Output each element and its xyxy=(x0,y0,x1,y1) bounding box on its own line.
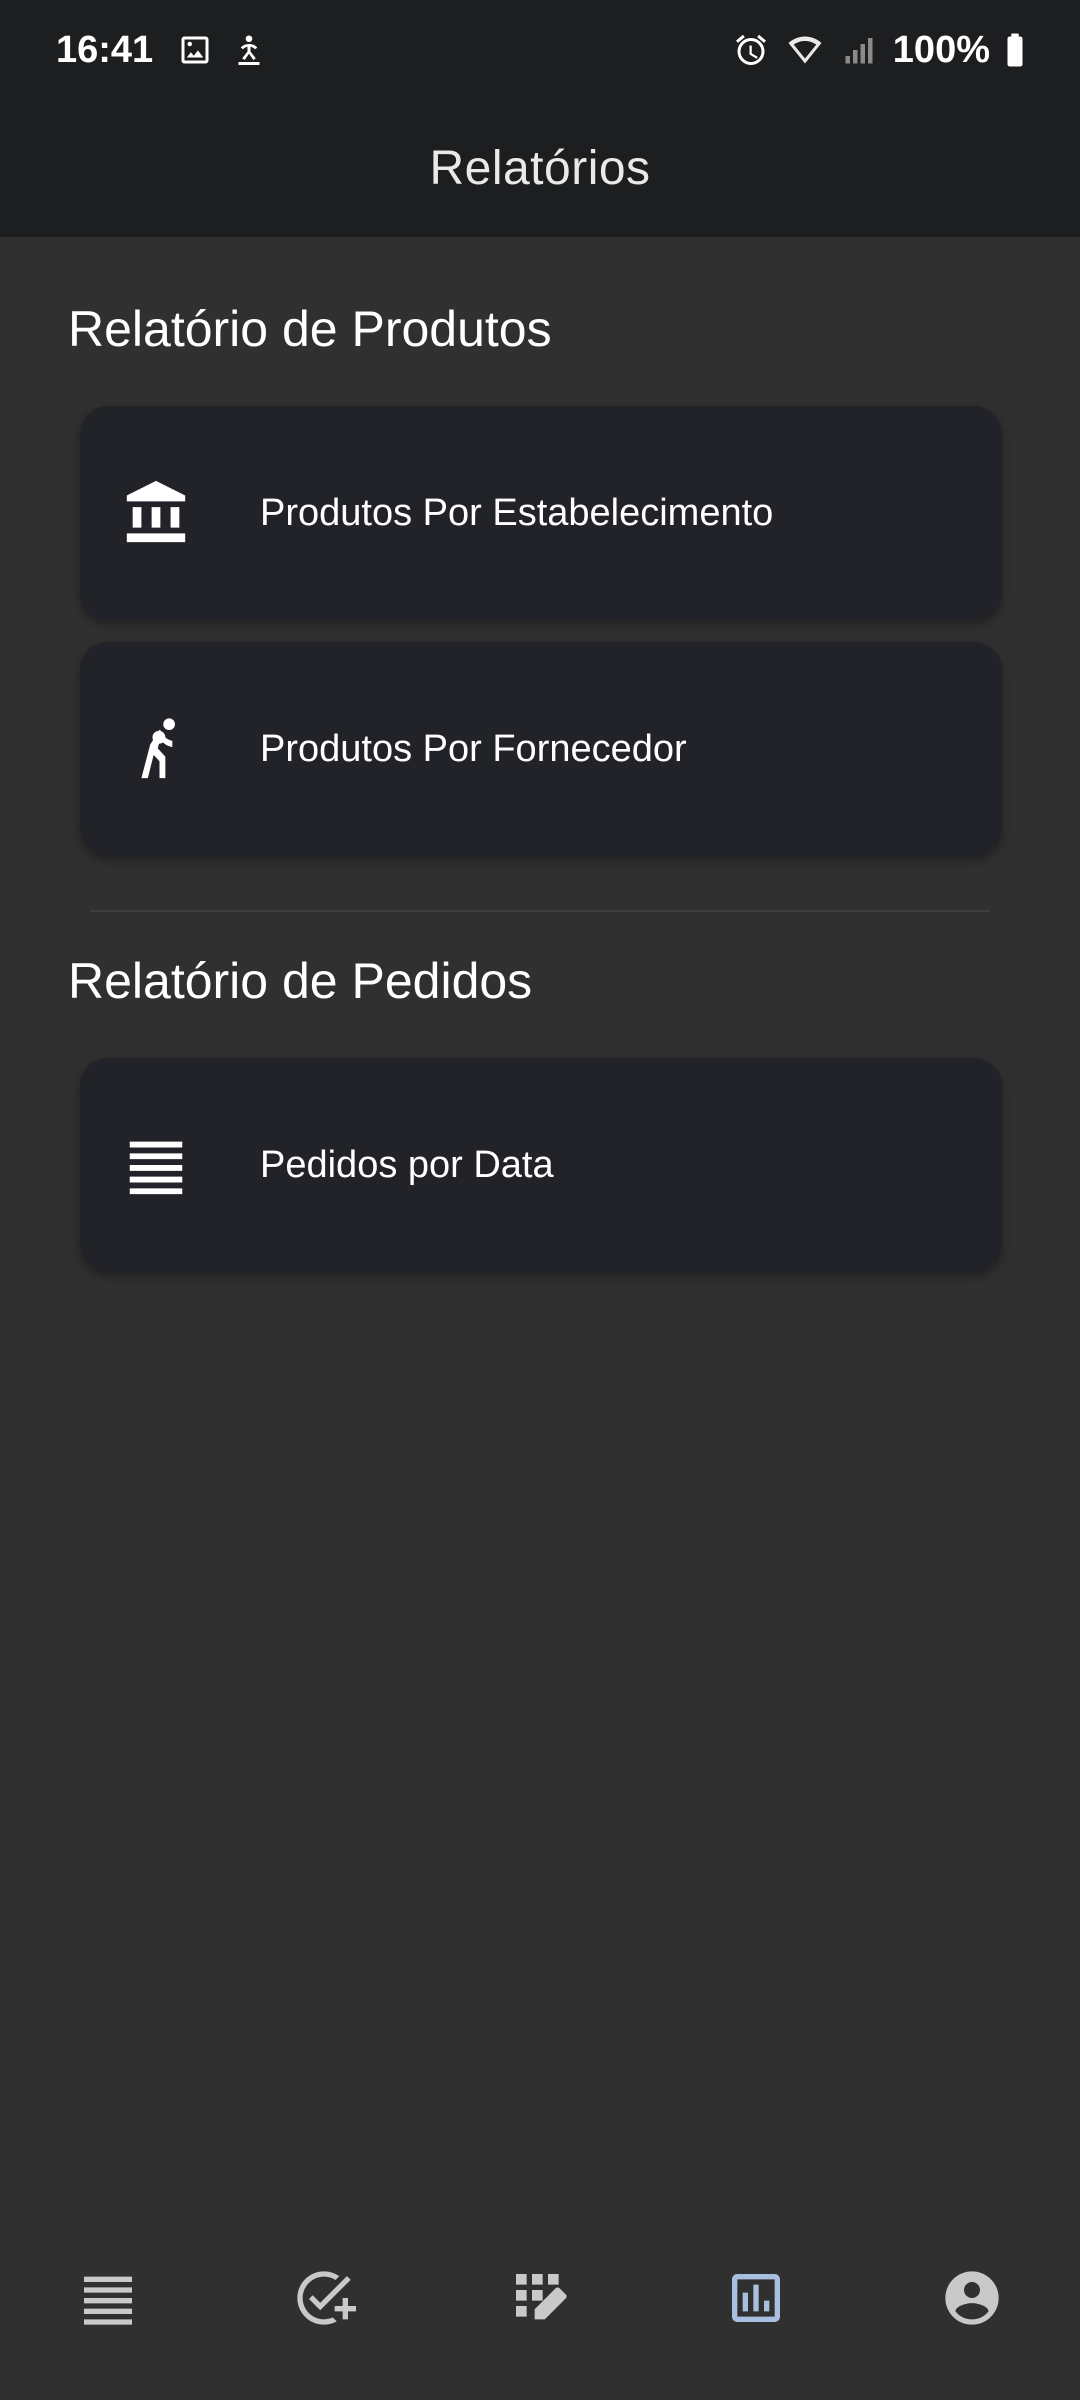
report-card-produtos-estabelecimento[interactable]: Produtos Por Estabelecimento xyxy=(80,406,1002,620)
status-time: 16:41 xyxy=(56,28,154,71)
alarm-icon xyxy=(731,30,771,70)
battery-percent: 100% xyxy=(892,28,990,71)
status-left: 16:41 xyxy=(56,29,269,72)
list-icon xyxy=(76,2266,140,2335)
signal-icon xyxy=(839,30,879,70)
accessibility-icon xyxy=(229,30,269,70)
image-icon xyxy=(175,30,215,70)
report-card-label: Produtos Por Fornecedor xyxy=(260,727,687,770)
add-task-icon xyxy=(292,2266,356,2335)
account-icon xyxy=(940,2266,1004,2335)
nav-account[interactable] xyxy=(917,2245,1027,2355)
edit-grid-icon xyxy=(508,2266,572,2335)
list-icon xyxy=(116,1125,196,1205)
bank-icon xyxy=(116,473,196,553)
bar-chart-icon xyxy=(724,2266,788,2335)
status-bar: 16:41 100% xyxy=(0,0,1080,100)
section-title-produtos: Relatório de Produtos xyxy=(68,301,552,357)
battery-icon xyxy=(1004,30,1026,70)
bottom-nav xyxy=(0,2240,1080,2360)
page-title: Relatórios xyxy=(429,142,651,195)
report-card-pedidos-data[interactable]: Pedidos por Data xyxy=(80,1058,1002,1272)
nav-list[interactable] xyxy=(53,2245,163,2355)
report-card-label: Produtos Por Estabelecimento xyxy=(260,491,774,534)
handball-icon xyxy=(116,709,196,789)
nav-reports[interactable] xyxy=(701,2245,811,2355)
report-card-label: Pedidos por Data xyxy=(260,1143,554,1186)
wifi-icon xyxy=(785,30,825,70)
section-divider xyxy=(90,910,990,912)
nav-edit-grid[interactable] xyxy=(485,2245,595,2355)
section-title-pedidos: Relatório de Pedidos xyxy=(68,953,533,1009)
status-right: 100% xyxy=(731,29,1026,72)
app-bar: Relatórios xyxy=(0,100,1080,237)
nav-add-task[interactable] xyxy=(269,2245,379,2355)
report-card-produtos-fornecedor[interactable]: Produtos Por Fornecedor xyxy=(80,642,1002,856)
